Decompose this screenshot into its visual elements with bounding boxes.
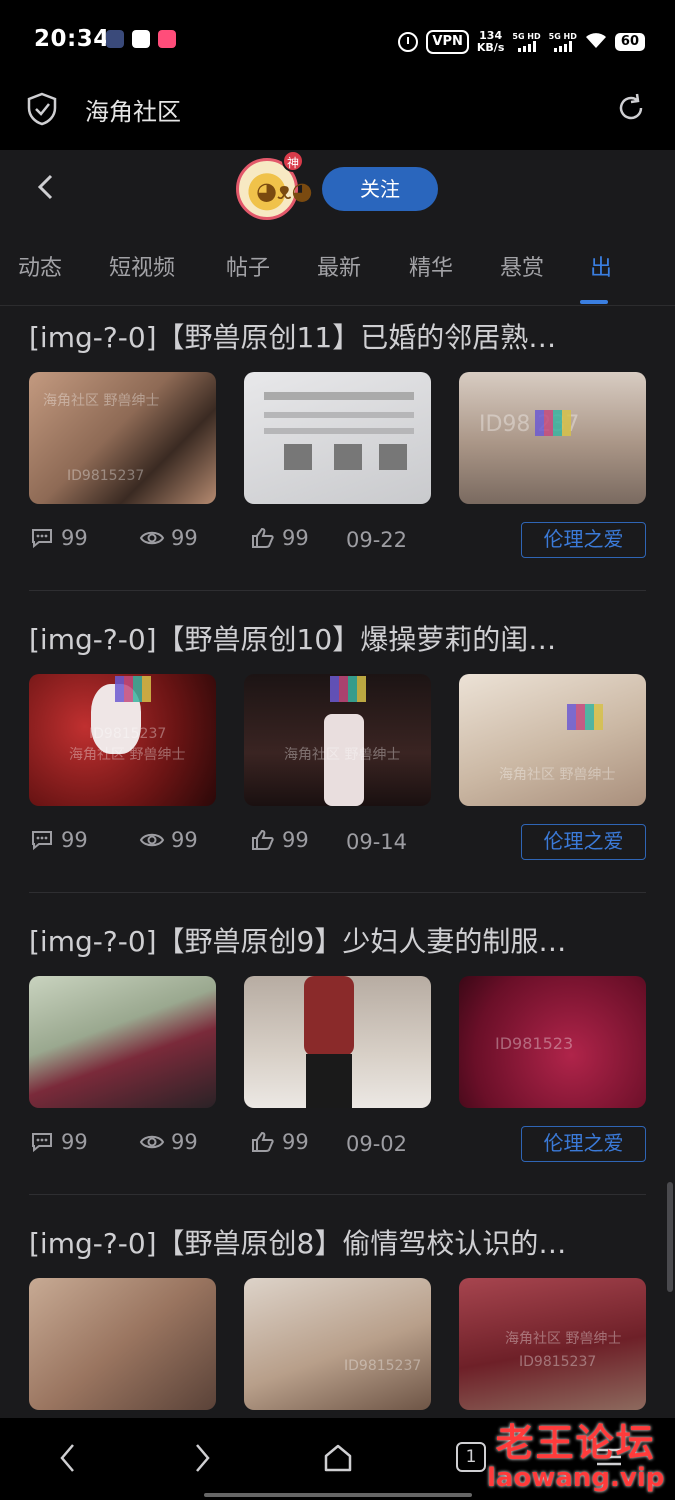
forum-watermark: 老王论坛 laowang.vip: [487, 1421, 665, 1493]
browser-top-bar: 海角社区: [0, 80, 675, 150]
verified-badge: 神: [282, 150, 304, 172]
profile-header: ◕ᴥ◕ 神 关注: [0, 150, 675, 240]
wifi-icon: [585, 31, 607, 54]
active-tab-indicator: [580, 300, 608, 304]
thumbs-up-icon: [252, 527, 274, 548]
signal-icon: 5G HD: [512, 32, 541, 52]
post-title[interactable]: [img-?-0]【野兽原创10】爆操萝莉的闺…: [29, 618, 649, 658]
comment-icon: [32, 831, 52, 851]
vpn-badge: VPN: [426, 30, 469, 54]
scrollbar[interactable]: [667, 1182, 673, 1292]
page-title: 海角社区: [85, 98, 181, 126]
divider: [29, 590, 646, 591]
post-thumbnail[interactable]: ID98 237: [459, 372, 646, 504]
nav-forward-icon[interactable]: [192, 1442, 212, 1474]
post-list: [img-?-0]【野兽原创11】已婚的邻居熟… 海角社区 野兽绅士 ID981…: [0, 306, 675, 1418]
tab-short-video[interactable]: 短视频: [109, 250, 175, 282]
post-thumbnail[interactable]: [29, 1278, 216, 1410]
status-indicators: VPN 134 KB/s 5G HD 5G HD 60: [398, 26, 645, 58]
post-date: 09-22: [346, 528, 408, 552]
signal-icon: 5G HD: [549, 32, 577, 52]
divider: [29, 892, 646, 893]
post-title[interactable]: [img-?-0]【野兽原创9】少妇人妻的制服…: [29, 920, 649, 960]
follow-button[interactable]: 关注: [322, 167, 438, 211]
comment-count: 99: [29, 828, 88, 852]
comment-count: 99: [29, 526, 88, 550]
post-date: 09-14: [346, 830, 408, 854]
eye-icon: [139, 1135, 165, 1149]
post-stats: 99 99 99 09-02 伦理之爱: [0, 1126, 675, 1162]
home-icon[interactable]: [322, 1442, 354, 1474]
tab-latest[interactable]: 最新: [317, 250, 361, 282]
tab-bounty[interactable]: 悬赏: [500, 250, 544, 282]
view-count: 99: [139, 526, 198, 550]
post-thumbnail[interactable]: ID9815237 海角社区 野兽绅士: [29, 674, 216, 806]
post-item[interactable]: [img-?-0]【野兽原创11】已婚的邻居熟… 海角社区 野兽绅士 ID981…: [0, 306, 675, 608]
app-notification-icon: [106, 30, 124, 48]
view-count: 99: [139, 828, 198, 852]
post-thumbnail[interactable]: [244, 976, 431, 1108]
post-thumbnail[interactable]: [244, 372, 431, 504]
status-bar: 20:34 VPN 134 KB/s 5G HD 5G HD 60: [0, 0, 675, 80]
thumbs-up-icon: [252, 829, 274, 850]
comment-icon: [32, 1133, 52, 1153]
post-item[interactable]: [img-?-0]【野兽原创9】少妇人妻的制服… ID981523 99 99 …: [0, 910, 675, 1212]
tabs-count-button[interactable]: 1: [456, 1442, 486, 1472]
post-thumbnail[interactable]: 海角社区 野兽绅士: [459, 674, 646, 806]
divider: [29, 1194, 646, 1195]
post-item[interactable]: [img-?-0]【野兽原创10】爆操萝莉的闺… ID9815237 海角社区 …: [0, 608, 675, 910]
like-count[interactable]: 99: [250, 1130, 309, 1154]
shield-icon[interactable]: [26, 92, 58, 126]
thumbs-up-icon: [252, 1131, 274, 1152]
tiger-avatar-icon: ◕ᴥ◕: [256, 177, 313, 205]
post-thumbnail[interactable]: 海角社区 野兽绅士 ID9815237: [29, 372, 216, 504]
post-thumbnail[interactable]: ID981523: [459, 976, 646, 1108]
post-thumbnail[interactable]: 海角社区 野兽绅士 ID9815237: [459, 1278, 646, 1410]
comment-icon: [32, 529, 52, 549]
category-tag[interactable]: 伦理之爱: [521, 1126, 646, 1162]
post-item[interactable]: [img-?-0]【野兽原创8】偷情驾校认识的… ID9815237 海角社区 …: [0, 1212, 675, 1418]
post-thumbnail[interactable]: 海角社区 野兽绅士: [244, 674, 431, 806]
network-speed: 134 KB/s: [476, 29, 505, 54]
refresh-icon[interactable]: [615, 92, 647, 124]
post-thumbnail[interactable]: ID9815237: [244, 1278, 431, 1410]
category-tag[interactable]: 伦理之爱: [521, 824, 646, 860]
status-time: 20:34: [34, 26, 110, 52]
category-tag[interactable]: 伦理之爱: [521, 522, 646, 558]
view-count: 99: [139, 1130, 198, 1154]
post-stats: 99 99 99 09-14 伦理之爱: [0, 824, 675, 860]
eye-icon: [139, 531, 165, 545]
eye-icon: [139, 833, 165, 847]
post-stats: 99 99 99 09-22 伦理之爱: [0, 522, 675, 558]
nav-back-icon[interactable]: [58, 1442, 78, 1474]
post-thumbnail[interactable]: [29, 976, 216, 1108]
tab-posts[interactable]: 帖子: [226, 250, 270, 282]
like-count[interactable]: 99: [250, 526, 309, 550]
post-title[interactable]: [img-?-0]【野兽原创8】偷情驾校认识的…: [29, 1222, 649, 1262]
tab-featured[interactable]: 精华: [409, 250, 453, 282]
tab-selected[interactable]: 出: [590, 250, 612, 282]
comment-count: 99: [29, 1130, 88, 1154]
alarm-icon: [398, 32, 419, 52]
gesture-home-bar[interactable]: [204, 1493, 472, 1497]
app-notification-icon: [158, 30, 176, 48]
app-notification-icon: [132, 30, 150, 48]
tab-feed[interactable]: 动态: [18, 250, 62, 282]
like-count[interactable]: 99: [250, 828, 309, 852]
post-title[interactable]: [img-?-0]【野兽原创11】已婚的邻居熟…: [29, 316, 649, 356]
post-date: 09-02: [346, 1132, 408, 1156]
back-arrow-icon[interactable]: [34, 172, 56, 202]
battery-indicator: 60: [614, 33, 645, 51]
tab-bar: 动态 短视频 帖子 最新 精华 悬赏 出: [0, 240, 675, 306]
